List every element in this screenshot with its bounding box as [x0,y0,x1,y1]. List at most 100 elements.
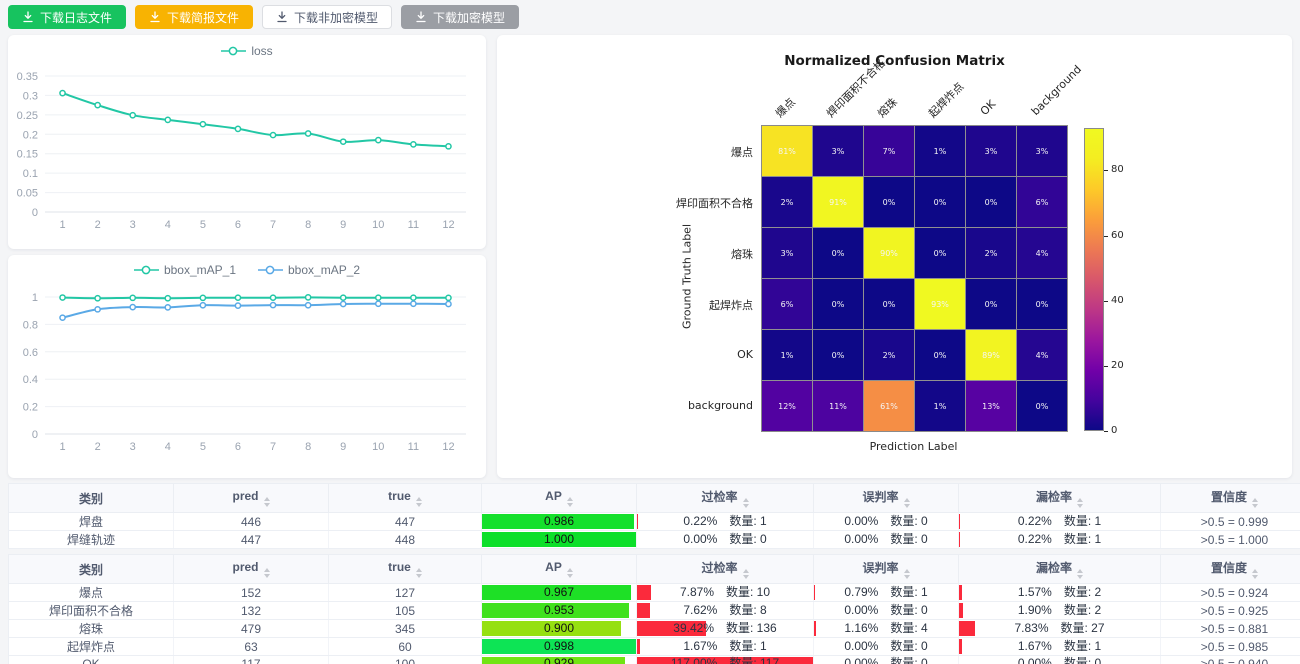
column-header-pred[interactable]: pred [174,555,329,584]
legend-item-loss[interactable]: loss [221,44,272,58]
sort-icon [1077,498,1083,508]
matrix-cell: 0% [1017,381,1067,431]
cell-true: 60 [329,638,482,656]
legend-item-bbox_mAP_1[interactable]: bbox_mAP_1 [134,263,236,277]
table-header-row: 类别 pred trueAP 过检率 误判率 漏检率置信度 [9,555,1300,584]
line-chart-svg: 00.20.40.60.81123456789101112 [8,255,486,478]
series-line-bbox_mAP_1 [63,297,449,298]
data-point [376,138,381,143]
y-tick-label: 0.2 [23,129,38,141]
rate-percent: 0.00% [844,639,878,654]
download-log-button[interactable]: 下载日志文件 [8,5,126,29]
matrix-cell: 1% [762,330,812,380]
column-header-label: 类别 [79,563,103,577]
column-header-over[interactable]: 过检率 [637,555,814,584]
data-point [200,303,205,308]
cell-confidence: >0.5 = 0.881 [1161,620,1300,638]
column-header-mis[interactable]: 误判率 [814,555,959,584]
matrix-cell: 0% [915,228,965,278]
button-label: 下载日志文件 [40,9,112,26]
data-point [376,301,381,306]
column-header-ap[interactable]: AP [482,484,637,513]
matrix-cell: 90% [864,228,914,278]
rate-count: 数量: 0 [890,656,927,664]
colorbar-tick-label: 80 [1111,164,1124,175]
rate-percent: 0.22% [1018,514,1052,529]
x-tick-label: 4 [165,441,171,453]
rate-count: 数量: 0 [729,532,766,547]
legend-label: loss [251,44,272,58]
sort-icon [567,497,573,507]
chart-legend: bbox_mAP_1 bbox_mAP_2 [8,263,486,277]
column-header-pred[interactable]: pred [174,484,329,513]
metrics-tables: 类别predtrueAP过检率误判率漏检率置信度焊盘4464470.9860.2… [8,483,1292,664]
data-point [95,103,100,108]
table-row: 焊缝轨迹4474481.0000.00%数量: 00.00%数量: 00.22%… [9,531,1300,549]
cell-misjudge-rate: 0.00%数量: 0 [814,531,959,549]
sort-icon [567,568,573,578]
rate-percent: 7.62% [683,603,717,618]
rate-percent: 1.90% [1018,603,1052,618]
matrix-cell: 0% [813,228,863,278]
cell-misjudge-rate: 0.00%数量: 0 [814,638,959,656]
data-point [411,301,416,306]
matrix-cell: 2% [864,330,914,380]
column-header-mis[interactable]: 误判率 [814,484,959,513]
data-point [411,142,416,147]
data-point [60,315,65,320]
matrix-cell: 0% [1017,279,1067,329]
download-encrypted-model-button[interactable]: 下载加密模型 [401,5,519,29]
cell-confidence: >0.5 = 0.999 [1161,513,1300,531]
column-header-label: 类别 [79,492,103,506]
x-tick-label: 12 [442,219,454,231]
data-point [341,295,346,300]
x-tick-label: 3 [130,219,136,231]
column-header-conf[interactable]: 置信度 [1161,484,1300,513]
cell-category: OK [9,656,174,664]
cell-pred: 446 [174,513,329,531]
table-header-row: 类别 predtrue AP 过检率误判率漏检率置信度 [9,484,1300,513]
dashboard-page: 下载日志文件下载简报文件下载非加密模型下载加密模型 loss00.050.10.… [0,0,1300,664]
download-report-button[interactable]: 下载简报文件 [135,5,253,29]
cell-misjudge-rate: 0.00%数量: 0 [814,513,959,531]
column-header-ap[interactable]: AP [482,555,637,584]
legend-item-bbox_mAP_2[interactable]: bbox_mAP_2 [258,263,360,277]
rate-percent: 7.87% [680,585,714,600]
matrix-row-label: 焊印面积不合格 [563,195,753,211]
colorbar-tick [1104,301,1108,302]
column-header-true[interactable]: true [329,484,482,513]
x-tick-label: 2 [95,441,101,453]
column-header-miss[interactable]: 漏检率 [959,484,1161,513]
cell-overdetect-rate: 7.62%数量: 8 [637,602,814,620]
column-header-miss[interactable]: 漏检率 [959,555,1161,584]
y-tick-label: 0 [32,429,38,441]
cell-overdetect-rate: 0.00%数量: 0 [637,531,814,549]
sort-icon [264,568,270,578]
x-tick-label: 1 [59,219,65,231]
cell-true: 345 [329,620,482,638]
column-header-label: 过检率 [701,561,737,575]
sort-icon [1252,498,1258,508]
x-tick-label: 7 [270,219,276,231]
cell-misjudge-rate: 0.79%数量: 1 [814,584,959,602]
column-header-label: AP [545,489,562,503]
cell-category: 焊印面积不合格 [9,602,174,620]
data-point [376,295,381,300]
column-header-true[interactable]: true [329,555,482,584]
confusion-matrix-title: Normalized Confusion Matrix [497,53,1292,69]
column-header-label: pred [232,560,258,574]
rate-percent: 0.00% [844,532,878,547]
column-header-conf[interactable]: 置信度 [1161,555,1300,584]
sort-icon [904,569,910,579]
legend-label: bbox_mAP_1 [164,263,236,277]
left-chart-column: loss00.050.10.150.20.250.30.351234567891… [8,35,486,478]
x-tick-label: 11 [408,441,419,453]
rate-count: 数量: 4 [890,621,927,636]
cell-category: 焊盘 [9,513,174,531]
column-header-label: 误判率 [862,561,898,575]
download-plain-model-button[interactable]: 下载非加密模型 [262,5,392,29]
rate-count: 数量: 27 [1061,621,1105,636]
data-point [130,113,135,118]
rate-percent: 0.00% [844,603,878,618]
column-header-over[interactable]: 过检率 [637,484,814,513]
